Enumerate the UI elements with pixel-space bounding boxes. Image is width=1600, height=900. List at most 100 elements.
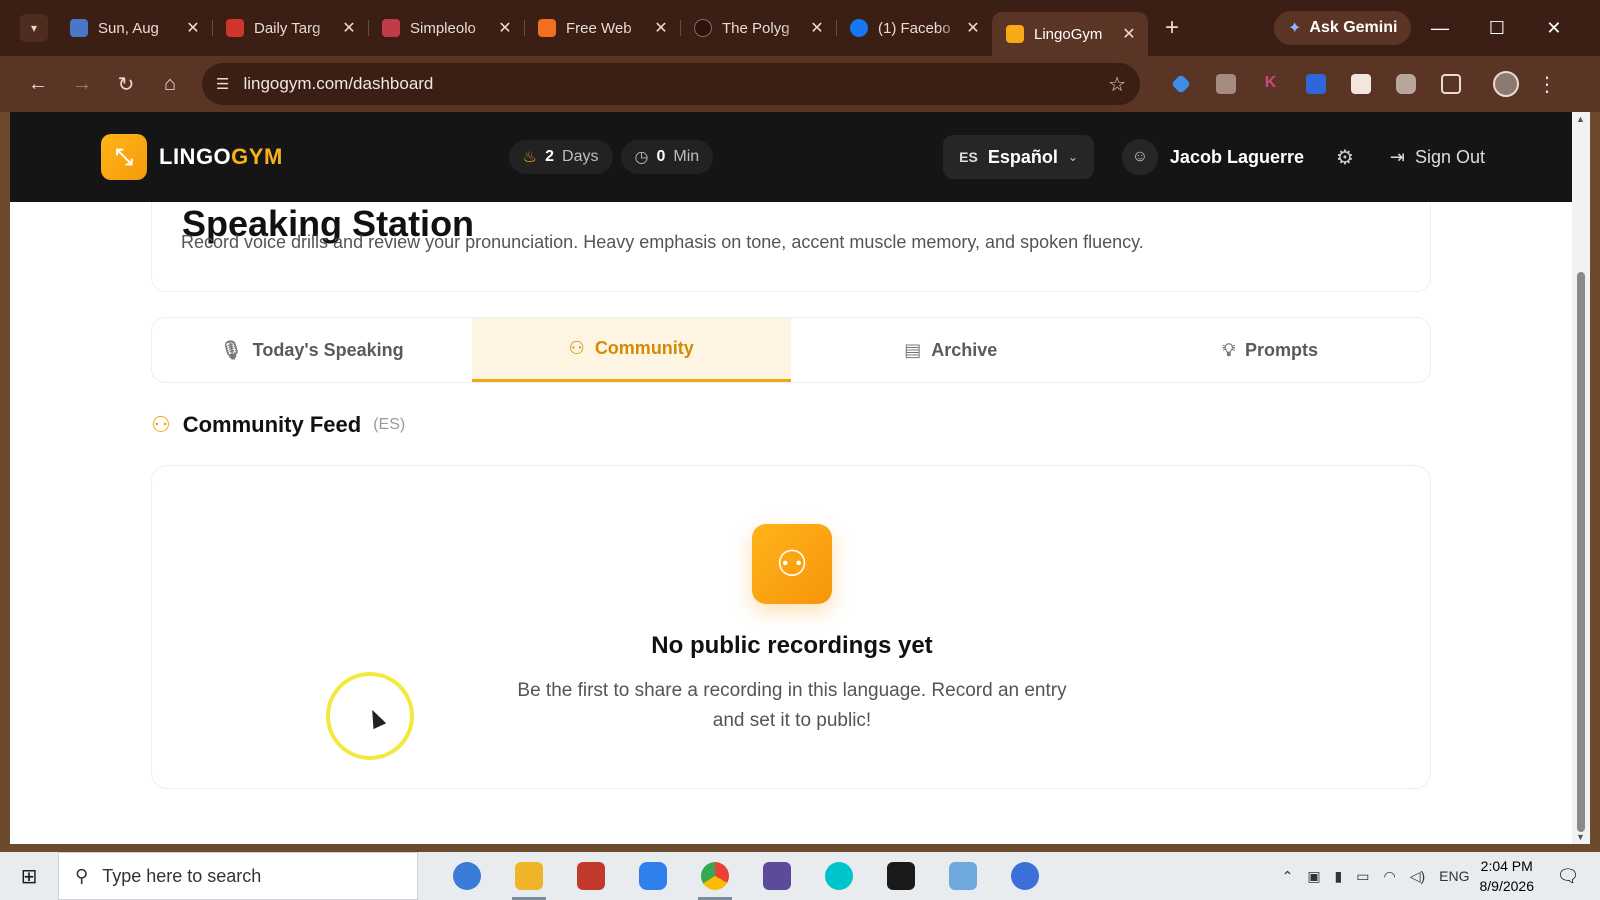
maximize-button[interactable]: ☐: [1468, 18, 1525, 39]
tab-prompts[interactable]: 💡︎ Prompts: [1111, 318, 1431, 382]
language-code: ES: [959, 149, 978, 165]
tab-close-icon[interactable]: ✕: [964, 18, 982, 38]
extension-printer-icon[interactable]: [1203, 69, 1248, 99]
taskbar-app-icon[interactable]: [622, 852, 684, 900]
tab-search-button[interactable]: ▾: [20, 14, 48, 42]
battery-icon[interactable]: ▭: [1356, 868, 1369, 885]
tab-todays-speaking[interactable]: 🎙︎ Today's Speaking: [152, 318, 472, 382]
tab-close-icon[interactable]: ✕: [808, 18, 826, 38]
forward-button[interactable]: →: [60, 73, 104, 96]
tray-microphone-icon[interactable]: ▮: [1335, 868, 1343, 885]
profile-avatar[interactable]: [1493, 71, 1519, 97]
streak-value: 2: [545, 148, 555, 165]
archive-icon: ▤: [904, 339, 922, 360]
user-menu[interactable]: ☺ Jacob Laguerre: [1121, 139, 1304, 175]
address-bar[interactable]: ☰ lingogym.com/dashboard ☆: [202, 63, 1140, 105]
wifi-icon[interactable]: ◠: [1384, 868, 1396, 885]
tab-label: Today's Speaking: [252, 339, 404, 360]
extension-shield-icon[interactable]: [1293, 69, 1338, 99]
input-language[interactable]: ENG: [1439, 868, 1469, 884]
tab-title: Simpleolo: [410, 19, 476, 37]
extensions-puzzle-icon[interactable]: [1428, 69, 1473, 99]
speaking-tabs: 🎙︎ Today's Speaking ⚇ Community ▤ Archiv…: [151, 317, 1431, 383]
tab-close-icon[interactable]: ✕: [496, 18, 514, 38]
tab-label: Archive: [931, 339, 998, 360]
tab-favicon-icon: [226, 19, 244, 37]
taskbar-search-placeholder: Type here to search: [102, 865, 262, 886]
taskbar-canva-icon[interactable]: [808, 852, 870, 900]
taskbar-clock[interactable]: 2:04 PM 8/9/2026: [1480, 856, 1535, 896]
browser-menu-icon[interactable]: ⋮: [1537, 72, 1557, 97]
tab-close-icon[interactable]: ✕: [1120, 24, 1138, 44]
user-icon: ☺: [1121, 139, 1158, 175]
tray-app-icon[interactable]: ▣: [1307, 868, 1320, 885]
taskbar-app-icon[interactable]: [436, 852, 498, 900]
bookmark-star-icon[interactable]: ☆: [1108, 72, 1126, 97]
volume-icon[interactable]: ◁): [1410, 868, 1425, 885]
scrollbar-thumb[interactable]: [1577, 272, 1585, 832]
taskbar-app-icon[interactable]: [994, 852, 1056, 900]
streak-unit: Days: [562, 148, 599, 165]
home-button[interactable]: ⌂: [148, 73, 192, 96]
tab-title: The Polyg: [722, 19, 790, 37]
back-button[interactable]: ←: [16, 73, 60, 96]
page-description: Record voice drills and review your pron…: [181, 232, 1144, 252]
browser-tab[interactable]: Simpleolo ✕: [368, 8, 524, 48]
browser-tab-active[interactable]: LingoGym ✕: [992, 12, 1148, 56]
new-tab-button[interactable]: +: [1154, 14, 1190, 42]
extension-gem-icon[interactable]: [1158, 69, 1203, 99]
reload-button[interactable]: ↻: [104, 72, 148, 97]
taskbar-chrome-icon[interactable]: [684, 852, 746, 900]
scroll-up-icon[interactable]: ▲: [1576, 114, 1585, 124]
app-logo-text[interactable]: LINGOGYM: [159, 144, 283, 170]
tab-close-icon[interactable]: ✕: [184, 18, 202, 38]
minimize-button[interactable]: —: [1411, 18, 1468, 39]
tray-chevron-up-icon[interactable]: ⌃: [1282, 868, 1294, 885]
feed-title: Community Feed: [182, 412, 362, 437]
logo-prefix: LINGO: [159, 144, 232, 169]
windows-start-icon[interactable]: ⊞: [0, 864, 58, 889]
tab-title: LingoGym: [1034, 25, 1103, 43]
browser-tab[interactable]: The Polyg ✕: [680, 8, 836, 48]
scroll-down-icon[interactable]: ▼: [1576, 832, 1585, 842]
tab-archive[interactable]: ▤ Archive: [791, 318, 1111, 382]
tab-close-icon[interactable]: ✕: [652, 18, 670, 38]
tab-favicon-icon: [1006, 25, 1024, 43]
tab-community[interactable]: ⚇ Community: [471, 318, 791, 382]
page-scrollbar[interactable]: ▲ ▼: [1572, 112, 1590, 844]
extension-camera-icon[interactable]: [1383, 69, 1428, 99]
taskbar-app-icon[interactable]: [932, 852, 994, 900]
tab-close-icon[interactable]: ✕: [340, 18, 358, 38]
app-header: ⤡ LINGOGYM ♨ 2 Days ◷ 0 Min ES Español ⌄…: [10, 112, 1572, 202]
lingogym-logo-icon[interactable]: ⤡: [101, 134, 147, 180]
mic-icon: 🎙︎: [219, 339, 243, 360]
extension-k-icon[interactable]: K: [1248, 69, 1293, 99]
close-window-button[interactable]: ✕: [1525, 18, 1582, 39]
url-text[interactable]: lingogym.com/dashboard: [243, 74, 1108, 94]
ask-gemini-label: Ask Gemini: [1309, 19, 1398, 36]
clock-icon: ◷: [634, 149, 649, 166]
site-info-icon[interactable]: ☰: [216, 75, 229, 93]
notification-icon[interactable]: 🗨︎: [1550, 866, 1586, 887]
empty-state-title: No public recordings yet: [651, 632, 933, 659]
taskbar-search-box[interactable]: ⚲ Type here to search: [58, 852, 418, 900]
taskbar-explorer-icon[interactable]: [498, 852, 560, 900]
browser-tab[interactable]: Daily Targ ✕: [212, 8, 368, 48]
browser-tab[interactable]: Free Web ✕: [524, 8, 680, 48]
settings-gear-icon[interactable]: ⚙: [1336, 145, 1354, 170]
language-selector[interactable]: ES Español ⌄: [943, 135, 1094, 179]
taskbar-app-icon[interactable]: [560, 852, 622, 900]
users-icon: ⚇: [752, 524, 832, 604]
tab-label: Community: [594, 338, 694, 358]
tab-title: Free Web: [566, 19, 632, 37]
extension-contact-icon[interactable]: [1338, 69, 1383, 99]
gemini-sparkle-icon: ✦: [1288, 20, 1302, 37]
sign-out-label: Sign Out: [1415, 146, 1486, 167]
taskbar-app-icon[interactable]: [746, 852, 808, 900]
taskbar-app-icon[interactable]: [870, 852, 932, 900]
tab-title: Daily Targ: [254, 19, 321, 37]
ask-gemini-button[interactable]: ✦ Ask Gemini: [1274, 11, 1412, 45]
browser-tab[interactable]: (1) Facebo ✕: [836, 8, 992, 48]
sign-out-button[interactable]: ⇥ Sign Out: [1390, 147, 1485, 168]
browser-tab[interactable]: Sun, Aug ✕: [56, 8, 212, 48]
